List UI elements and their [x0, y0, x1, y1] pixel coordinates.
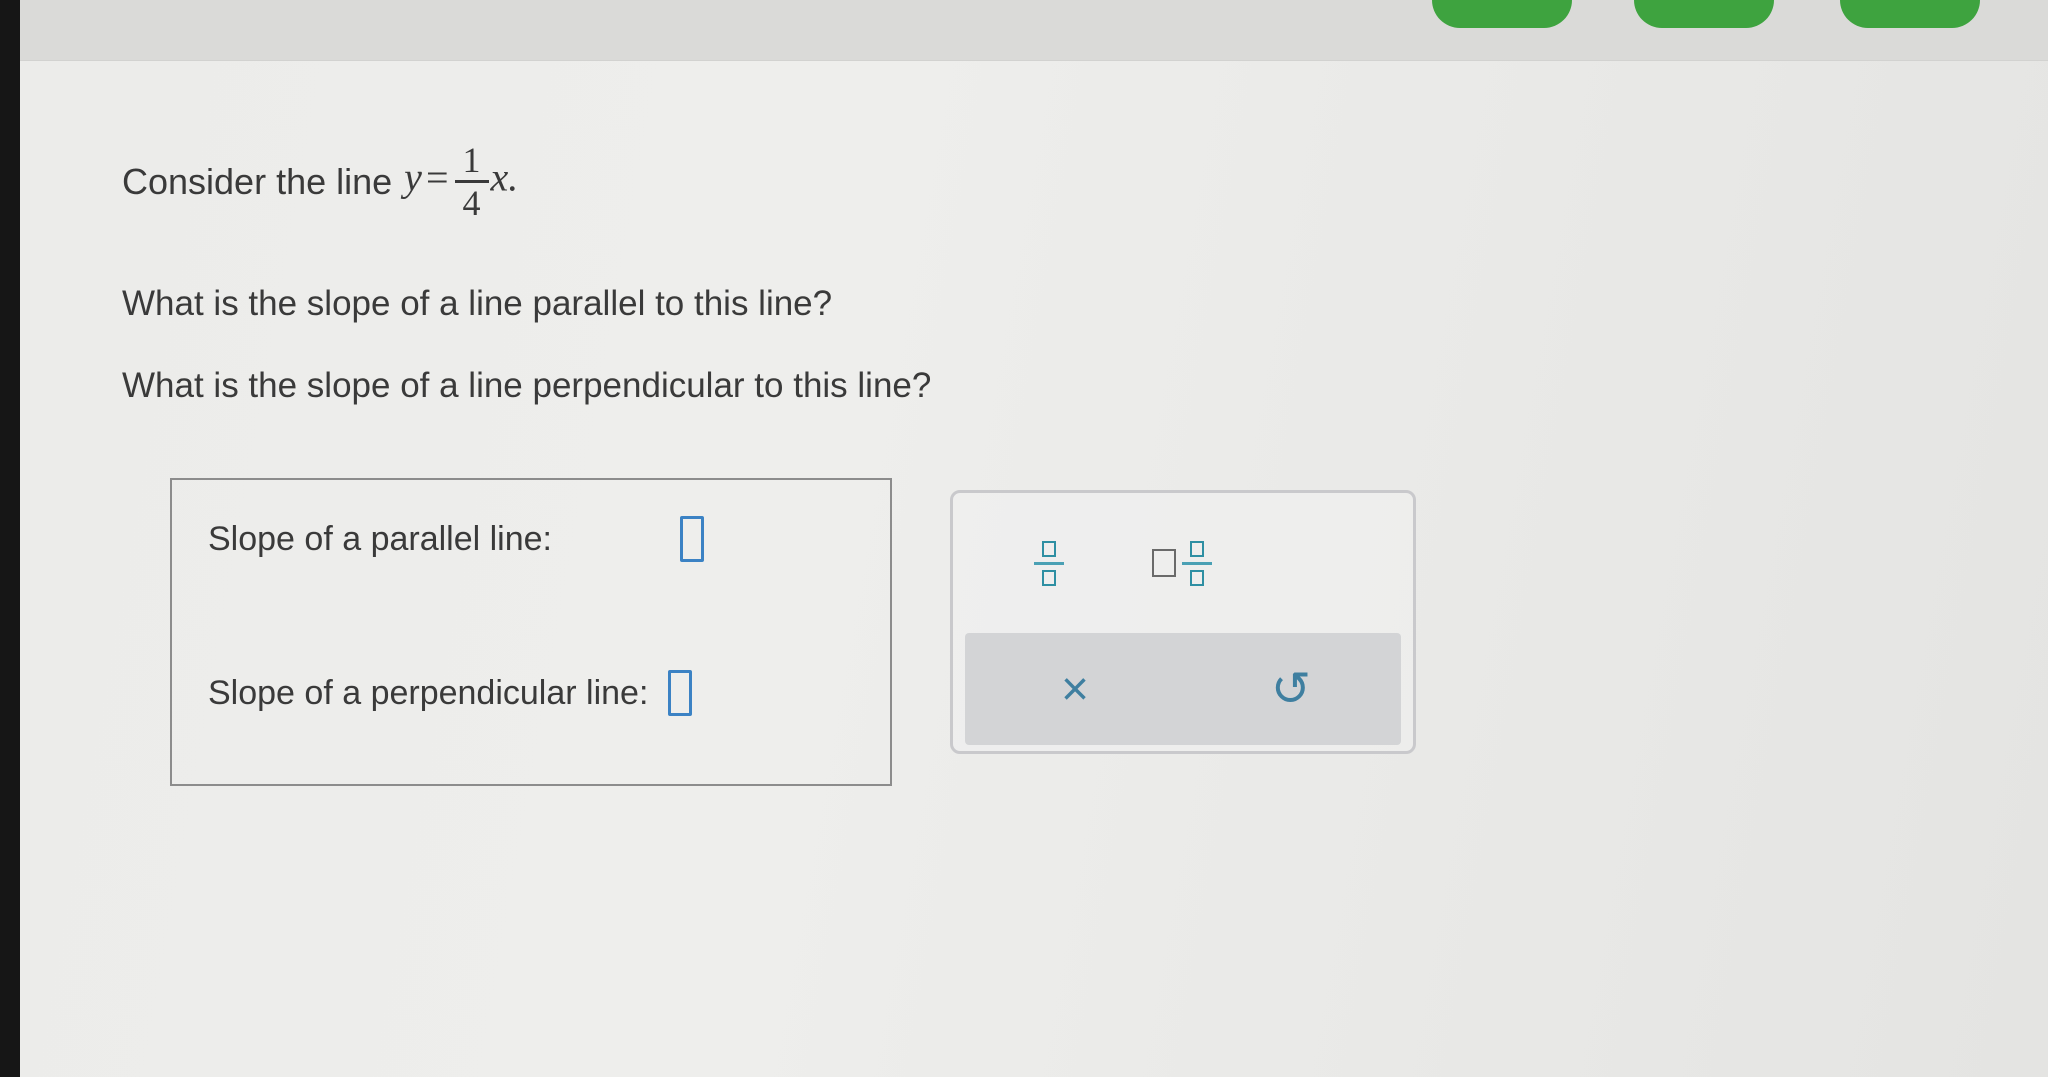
- equation-variable: x.: [490, 154, 519, 200]
- question-intro: Consider the line y = 1 4 x.: [122, 140, 518, 223]
- numerator-box-icon: [1190, 540, 1204, 557]
- top-bar: [20, 0, 2048, 61]
- whole-number-box-icon: [1152, 549, 1176, 577]
- top-green-button-2[interactable]: [1634, 0, 1774, 28]
- undo-button[interactable]: ↺: [1191, 633, 1391, 745]
- undo-icon: ↺: [1270, 663, 1312, 716]
- fraction-numerator: 1: [462, 140, 481, 180]
- line-equation: y = 1 4 x.: [404, 140, 518, 223]
- fraction-template-button[interactable]: [1019, 521, 1079, 605]
- prompt-perpendicular: What is the slope of a line perpendicula…: [122, 366, 932, 405]
- perpendicular-answer-row: Slope of a perpendicular line:: [208, 670, 693, 716]
- fraction-template-icon: [1034, 540, 1064, 586]
- mixed-number-template-button[interactable]: [1137, 521, 1227, 605]
- equation-fraction: 14: [454, 140, 489, 223]
- prompt-parallel: What is the slope of a line parallel to …: [122, 284, 833, 323]
- parallel-answer-row: Slope of a parallel line:: [208, 516, 705, 562]
- top-green-button-3[interactable]: [1840, 0, 1980, 28]
- equation-lhs: y: [404, 154, 422, 200]
- perpendicular-label: Slope of a perpendicular line:: [208, 673, 649, 712]
- screen-bezel: [0, 0, 20, 1077]
- numerator-box-icon: [1042, 540, 1056, 557]
- intro-text: Consider the line: [122, 160, 393, 202]
- clear-button[interactable]: ×: [975, 633, 1175, 745]
- denominator-box-icon: [1190, 569, 1204, 586]
- mixed-number-template-icon: [1152, 540, 1212, 586]
- answer-box: Slope of a parallel line: Slope of a per…: [170, 478, 892, 786]
- parallel-label: Slope of a parallel line:: [208, 519, 553, 558]
- perpendicular-slope-input[interactable]: [668, 670, 693, 716]
- fraction-denominator: 4: [462, 183, 481, 223]
- math-toolbar: × ↺: [950, 490, 1416, 754]
- close-icon: ×: [1060, 662, 1090, 716]
- denominator-box-icon: [1042, 569, 1056, 586]
- top-green-button-1[interactable]: [1432, 0, 1572, 28]
- mixed-fraction-icon: [1182, 540, 1212, 586]
- fraction-bar-icon: [1034, 561, 1064, 565]
- equation-equals: =: [425, 154, 449, 200]
- parallel-slope-input[interactable]: [680, 516, 705, 562]
- fraction-bar-icon: [1182, 561, 1212, 565]
- action-bar: × ↺: [965, 633, 1401, 745]
